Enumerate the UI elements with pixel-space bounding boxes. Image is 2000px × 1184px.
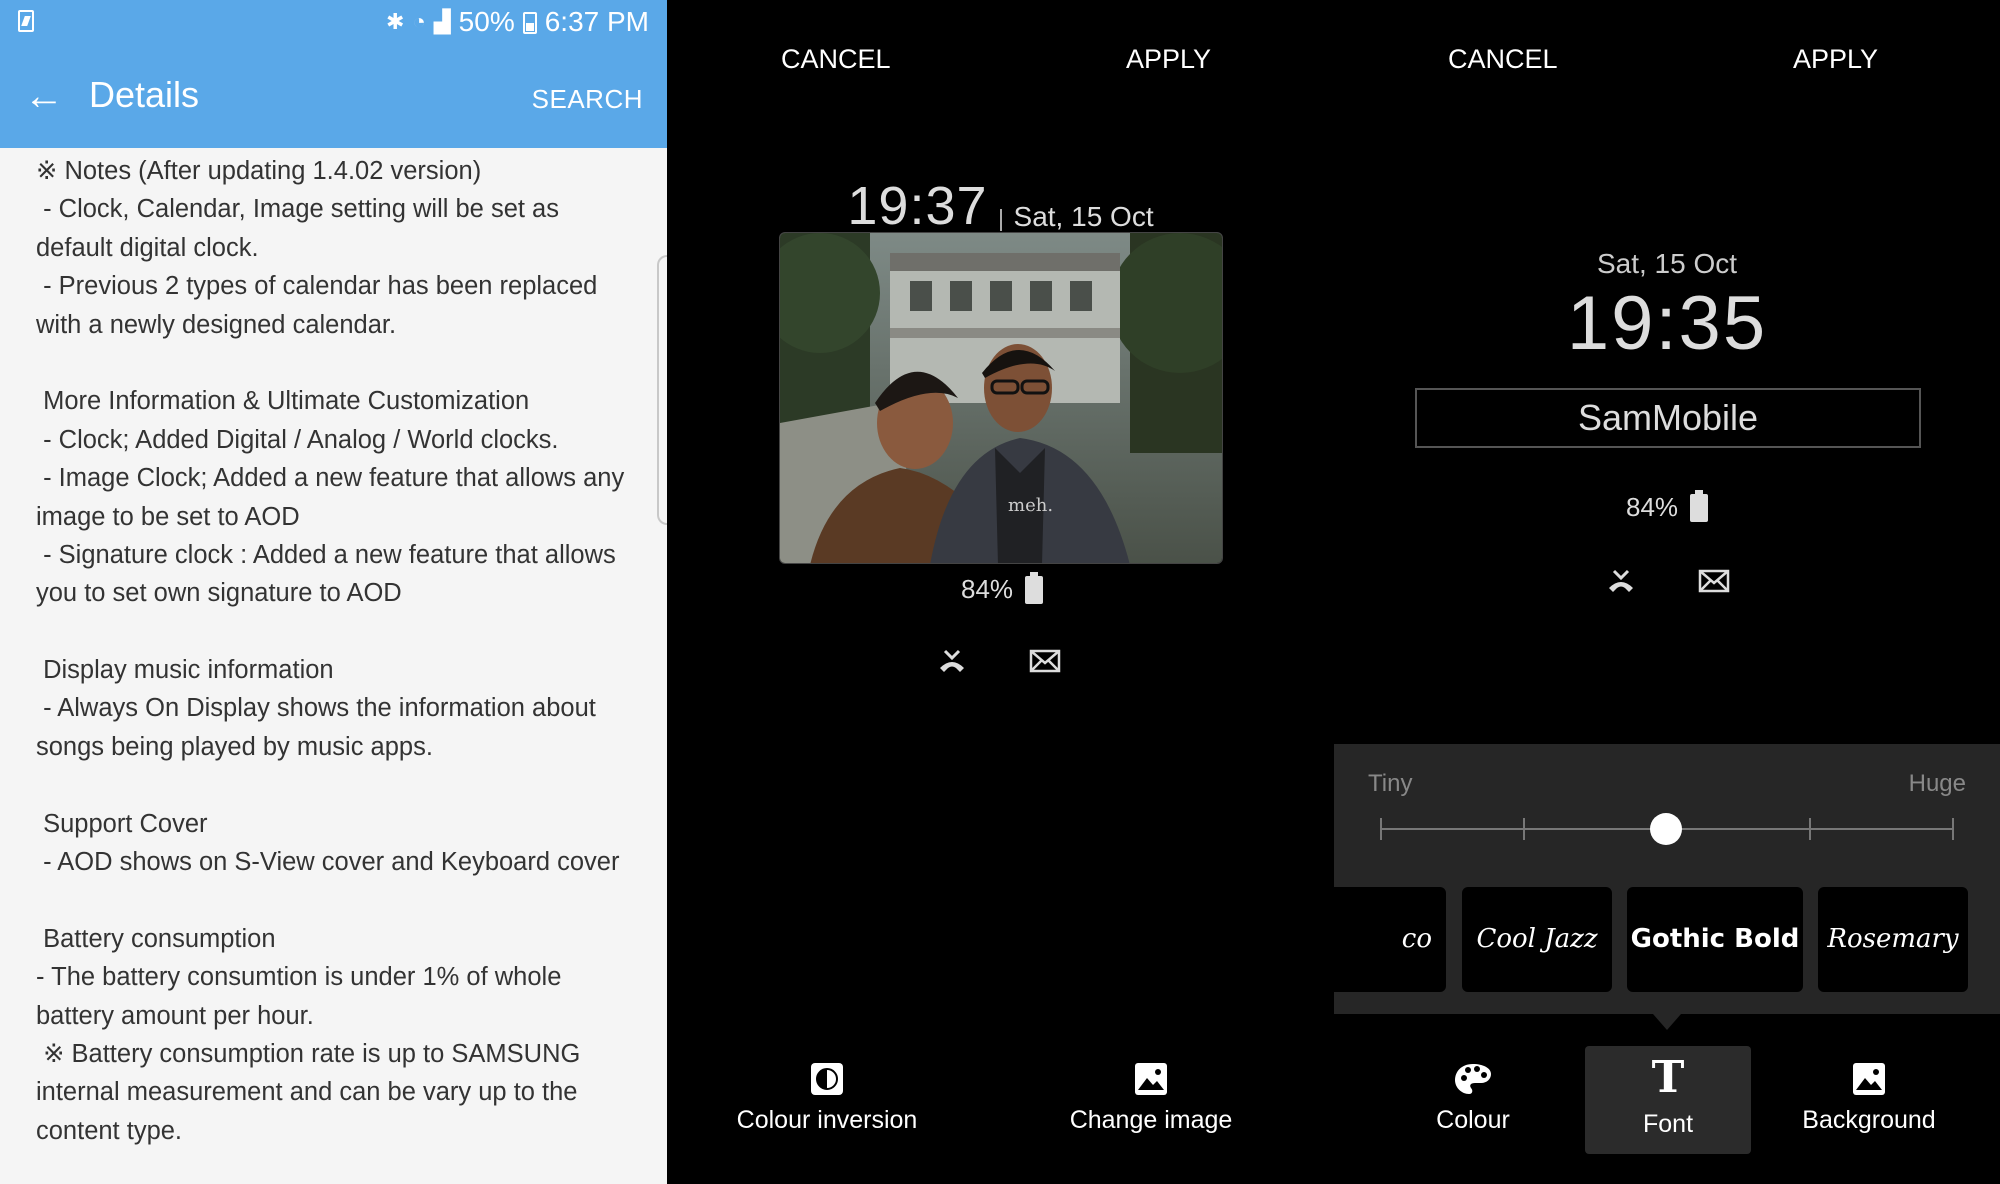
release-notes: ※ Notes (After updating 1.4.02 version) … bbox=[36, 152, 636, 1150]
font-option-gothic-bold[interactable]: Gothic Bold bbox=[1627, 887, 1803, 992]
notes-line: internal measurement and can be vary up … bbox=[36, 1078, 578, 1107]
bluetooth-icon: ✱ bbox=[386, 9, 405, 34]
app-bar: ← Details SEARCH bbox=[0, 46, 667, 148]
battery-percent: 84% bbox=[1626, 492, 1679, 522]
palette-icon bbox=[1455, 1064, 1491, 1094]
notification-icons bbox=[937, 648, 1061, 674]
notes-line bbox=[36, 881, 636, 919]
slider-tick bbox=[1952, 818, 1954, 840]
tab-background-label: Background bbox=[1802, 1106, 1936, 1134]
cancel-button[interactable]: CANCEL bbox=[1448, 44, 1558, 75]
size-max-label: Huge bbox=[1908, 770, 1966, 797]
search-button[interactable]: SEARCH bbox=[532, 84, 643, 115]
edge-panel-handle[interactable] bbox=[657, 255, 667, 525]
notes-line: songs being played by music apps. bbox=[36, 732, 433, 761]
slider-tick bbox=[1380, 818, 1382, 840]
tab-font[interactable]: T Font bbox=[1593, 1052, 1743, 1139]
tab-background[interactable]: Background bbox=[1778, 1062, 1960, 1135]
message-icon bbox=[1029, 649, 1061, 673]
notes-line: with a newly designed calendar. bbox=[36, 310, 397, 339]
battery-status: 84% bbox=[961, 571, 1044, 605]
clock-preview: 19:37 Sat, 15 Oct bbox=[667, 175, 1334, 237]
font-option-co-cooky[interactable]: co cooky bbox=[1324, 887, 1446, 992]
clock-date: Sat, 15 Oct bbox=[1013, 201, 1154, 232]
colour-inversion-icon bbox=[811, 1063, 843, 1095]
battery-icon bbox=[1025, 571, 1044, 604]
font-icon: T bbox=[1651, 1052, 1685, 1103]
notes-line: you to set own signature to AOD bbox=[36, 579, 402, 608]
back-arrow-icon[interactable]: ← bbox=[24, 76, 64, 116]
image-icon bbox=[1853, 1063, 1885, 1095]
apply-button[interactable]: APPLY bbox=[1793, 44, 1878, 75]
notes-line: - Signature clock : Added a new feature … bbox=[36, 540, 616, 569]
notes-line: battery amount per hour. bbox=[36, 1001, 314, 1030]
wifi-icon: ◔ bbox=[412, 9, 426, 34]
details-panel: ✱ ◔ ▟ 50% 6:37 PM ← Details SEARCH ※ Not… bbox=[0, 0, 667, 1184]
change-image-button[interactable]: Change image bbox=[1051, 1062, 1251, 1135]
change-image-label: Change image bbox=[1069, 1106, 1233, 1134]
notes-line: default digital clock. bbox=[36, 233, 259, 262]
battery-icon bbox=[522, 12, 537, 34]
notes-line: - Previous 2 types of calendar has been … bbox=[36, 272, 598, 301]
apply-button[interactable]: APPLY bbox=[1126, 44, 1211, 75]
notes-line: - AOD shows on S-View cover and Keyboard… bbox=[36, 848, 620, 877]
battery-percent: 50% bbox=[458, 6, 515, 37]
clock-time: 19:37 bbox=[847, 176, 988, 236]
notes-line: Battery consumption bbox=[36, 924, 276, 953]
colour-inversion-button[interactable]: Colour inversion bbox=[727, 1062, 927, 1135]
battery-percent: 84% bbox=[961, 574, 1014, 604]
notes-line: - Image Clock; Added a new feature that … bbox=[36, 464, 625, 493]
font-option-cool-jazz[interactable]: Cool Jazz bbox=[1462, 887, 1612, 992]
selected-tab-pointer bbox=[1653, 1014, 1681, 1030]
font-settings-panel: Tiny Huge co cooky Cool Jazz Gothic Bold… bbox=[1324, 744, 2000, 1014]
notes-line: Support Cover bbox=[36, 809, 208, 838]
signature-field[interactable]: SamMobile bbox=[1415, 388, 1921, 448]
font-option-rosemary[interactable]: Rosemary bbox=[1818, 887, 1968, 992]
clock-time: 19:35 bbox=[1566, 281, 1768, 366]
colour-inversion-label: Colour inversion bbox=[736, 1106, 918, 1134]
clock-background-image: meh. bbox=[779, 232, 1223, 564]
signal-icon: ▟ bbox=[433, 9, 451, 34]
notes-line: ※ Notes (After updating 1.4.02 version) bbox=[36, 157, 482, 185]
slider-tick bbox=[1809, 818, 1811, 840]
cancel-button[interactable]: CANCEL bbox=[781, 44, 891, 75]
notes-line: content type. bbox=[36, 1116, 183, 1145]
image-clock-editor: CANCEL APPLY 19:37 Sat, 15 Oct meh. 84% … bbox=[667, 0, 1334, 1184]
page-title: Details bbox=[89, 74, 200, 115]
notes-line: - The battery consumtion is under 1% of … bbox=[36, 963, 562, 992]
missed-call-icon bbox=[1609, 569, 1633, 592]
notes-line bbox=[36, 766, 636, 804]
slider-tick bbox=[1523, 818, 1525, 840]
font-size-slider-thumb[interactable] bbox=[1650, 813, 1682, 845]
size-min-label: Tiny bbox=[1368, 770, 1413, 797]
signature-clock-editor: CANCEL APPLY Sat, 15 Oct 19:35 SamMobile… bbox=[1324, 0, 2000, 1184]
tab-colour-label: Colour bbox=[1436, 1106, 1510, 1134]
notes-line: More Information & Ultimate Customizatio… bbox=[36, 387, 530, 416]
tab-colour[interactable]: Colour bbox=[1398, 1062, 1548, 1135]
status-time: 6:37 PM bbox=[544, 6, 649, 37]
tab-font-label: Font bbox=[1642, 1110, 1694, 1138]
message-icon bbox=[1698, 569, 1730, 593]
notes-line bbox=[36, 613, 636, 651]
clock-separator bbox=[999, 209, 1002, 231]
clock-date: Sat, 15 Oct bbox=[1596, 248, 1738, 279]
battery-icon bbox=[1690, 489, 1709, 522]
battery-status: 84% bbox=[1626, 489, 1709, 523]
notes-line: Display music information bbox=[36, 656, 334, 685]
image-icon bbox=[1135, 1063, 1167, 1095]
notes-line: ※ Battery consumption rate is up to SAMS… bbox=[36, 1039, 581, 1068]
missed-call-icon bbox=[940, 649, 964, 672]
status-bar: ✱ ◔ ▟ 50% 6:37 PM bbox=[0, 0, 667, 46]
shirt-text: meh. bbox=[1008, 495, 1054, 516]
screenshot-notification-icon bbox=[18, 10, 34, 32]
notes-line: - Clock, Calendar, Image setting will be… bbox=[36, 195, 559, 224]
selfie-photo bbox=[780, 233, 1222, 563]
notes-line: - Always On Display shows the informatio… bbox=[36, 694, 596, 723]
notification-icons bbox=[1606, 568, 1730, 594]
notes-line: image to be set to AOD bbox=[36, 502, 300, 531]
notes-line: - Clock; Added Digital / Analog / World … bbox=[36, 425, 559, 454]
notes-line bbox=[36, 344, 636, 382]
